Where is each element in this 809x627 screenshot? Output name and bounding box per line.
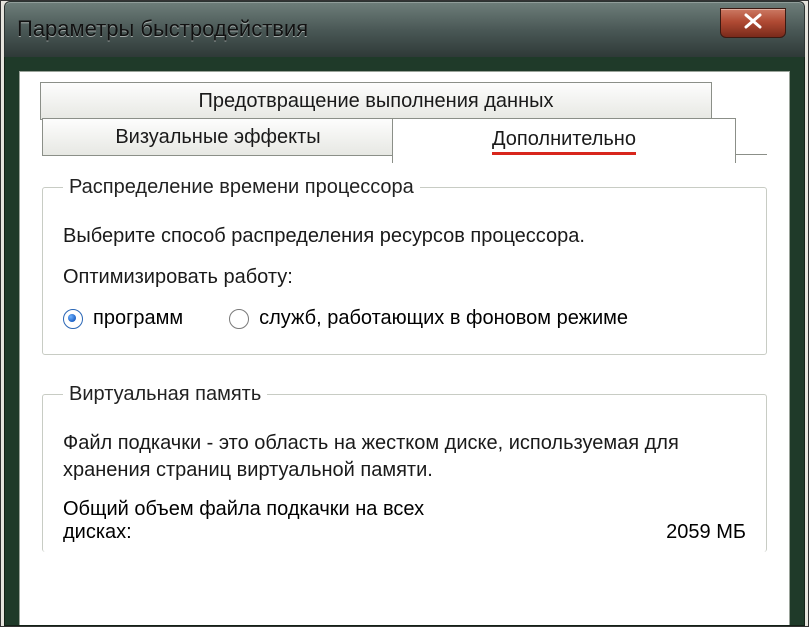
cpu-optimize-label: Оптимизировать работу: bbox=[63, 264, 746, 291]
tab-dep[interactable]: Предотвращение выполнения данных bbox=[40, 82, 712, 120]
radio-programs[interactable]: программ bbox=[63, 307, 183, 330]
cpu-scheduling-group: Распределение времени процессора Выберит… bbox=[42, 176, 767, 355]
cpu-scheduling-desc: Выберите способ распределения ресурсов п… bbox=[63, 223, 746, 250]
radio-background-services[interactable]: служб, работающих в фоновом режиме bbox=[229, 307, 628, 330]
cpu-radio-row: программ служб, работающих в фоновом реж… bbox=[63, 307, 746, 330]
tab-advanced[interactable]: Дополнительно bbox=[392, 118, 736, 163]
radio-services-label: служб, работающих в фоновом режиме bbox=[259, 307, 628, 330]
virtual-memory-desc: Файл подкачки - это область на жестком д… bbox=[63, 430, 746, 484]
tab-visual-label: Визуальные эффекты bbox=[115, 126, 320, 149]
pagefile-total-value: 2059 МБ bbox=[666, 521, 746, 544]
close-icon bbox=[742, 12, 764, 30]
titlebar: Параметры быстродействия bbox=[4, 1, 805, 58]
tab-visual-effects[interactable]: Визуальные эффекты bbox=[42, 118, 394, 156]
advanced-page: Распределение времени процессора Выберит… bbox=[42, 176, 767, 625]
tab-advanced-label: Дополнительно bbox=[492, 128, 636, 155]
tab-strip: Предотвращение выполнения данных Визуаль… bbox=[20, 72, 789, 176]
performance-options-window: Параметры быстродействия Предотвращение … bbox=[0, 0, 809, 627]
client-area: Предотвращение выполнения данных Визуаль… bbox=[19, 71, 790, 625]
radio-programs-label: программ bbox=[93, 307, 183, 330]
window-frame: Предотвращение выполнения данных Визуаль… bbox=[4, 57, 805, 626]
tab-dep-label: Предотвращение выполнения данных bbox=[198, 90, 553, 113]
virtual-memory-group: Виртуальная память Файл подкачки - это о… bbox=[42, 383, 767, 552]
window-title: Параметры быстродействия bbox=[17, 16, 308, 42]
radio-services-icon bbox=[229, 309, 249, 329]
virtual-memory-legend: Виртуальная память bbox=[63, 383, 267, 406]
window-close-button[interactable] bbox=[720, 8, 786, 38]
pagefile-total-row: Общий объем файла подкачки на всех диска… bbox=[63, 498, 746, 544]
radio-programs-icon bbox=[63, 309, 83, 329]
cpu-scheduling-legend: Распределение времени процессора bbox=[63, 176, 420, 199]
pagefile-total-label: Общий объем файла подкачки на всех диска… bbox=[63, 498, 493, 544]
